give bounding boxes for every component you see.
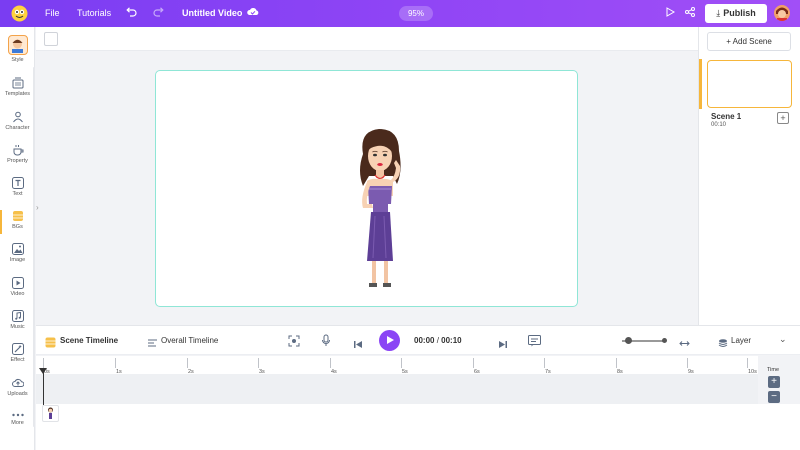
music-icon — [11, 310, 24, 322]
zoom-level[interactable]: 95% — [399, 6, 433, 21]
scene-name[interactable]: Scene 1 — [711, 112, 741, 121]
time-axis-label: Time — [767, 367, 780, 373]
scene-thumbnail[interactable] — [707, 60, 792, 108]
more-icon — [11, 413, 24, 417]
tab-scene-timeline[interactable]: Scene Timeline — [60, 336, 118, 345]
layer-label[interactable]: Layer — [731, 336, 751, 345]
chevron-down-icon[interactable]: ⌄ — [779, 334, 787, 345]
text-icon — [11, 177, 24, 189]
skip-forward-icon[interactable] — [498, 336, 508, 354]
scene-panel: + Add Scene Scene 1 00:10 + — [698, 27, 800, 325]
user-avatar[interactable] — [774, 5, 790, 21]
sidebar-scrollbar[interactable] — [33, 67, 35, 427]
timeline-zoom-end — [662, 338, 667, 343]
sidebar-item-video[interactable]: Video — [0, 277, 35, 309]
tab-overall-timeline[interactable]: Overall Timeline — [161, 336, 218, 345]
character-layer-thumbnail[interactable] — [42, 405, 59, 422]
scene-add-plus-icon[interactable]: + — [777, 112, 789, 124]
chevron-right-icon[interactable]: › — [36, 203, 39, 212]
scene-timeline-icon — [45, 335, 56, 353]
zoom-in-plus-icon[interactable]: + — [768, 376, 780, 388]
cloud-save-icon — [246, 6, 260, 20]
sidebar-item-image[interactable]: Image — [0, 243, 35, 275]
scene-selected-indicator — [699, 59, 702, 109]
image-icon — [11, 243, 24, 255]
download-icon: ⤓ — [716, 8, 721, 18]
add-scene-button[interactable]: + Add Scene — [707, 32, 791, 51]
zoom-out-minus-icon[interactable]: − — [768, 391, 780, 403]
video-title[interactable]: Untitled Video — [182, 8, 242, 18]
sidebar-item-character[interactable]: Character — [0, 111, 35, 143]
video-icon — [11, 277, 24, 289]
timeline-track[interactable] — [36, 374, 758, 404]
uploads-icon — [11, 378, 24, 387]
fit-screen-icon[interactable] — [288, 334, 300, 352]
share-icon[interactable] — [684, 6, 698, 20]
sidebar-item-style[interactable]: Style — [0, 35, 35, 67]
style-avatar-icon — [7, 35, 28, 55]
skip-back-icon[interactable] — [353, 336, 363, 354]
menu-tutorials[interactable]: Tutorials — [77, 8, 111, 18]
publish-button[interactable]: ⤓ Publish — [705, 4, 767, 23]
sidebar-item-property[interactable]: Property — [0, 144, 35, 176]
sidebar-item-effect[interactable]: Effect — [0, 343, 35, 375]
redo-icon[interactable] — [153, 6, 167, 20]
templates-icon — [12, 77, 23, 89]
time-display: 00:00 / 00:10 — [414, 336, 462, 345]
preview-play-icon[interactable] — [664, 6, 678, 20]
undo-icon[interactable] — [125, 6, 139, 20]
microphone-icon[interactable] — [321, 334, 331, 352]
sidebar-item-bgs[interactable]: BGs — [0, 210, 35, 242]
timeline-layers — [36, 404, 800, 450]
property-icon — [13, 145, 23, 156]
left-sidebar: Style Templates Character Property Text … — [0, 27, 35, 450]
subtitles-icon[interactable] — [528, 334, 541, 352]
character-woman[interactable] — [351, 126, 411, 291]
timeline-ruler: 0s 1s 2s 3s 4s 5s 6s 7s 8s 9s 10s — [36, 356, 758, 375]
effect-icon — [11, 343, 24, 355]
backgrounds-icon — [12, 211, 23, 221]
sidebar-item-text[interactable]: Text — [0, 177, 35, 209]
character-icon — [12, 111, 23, 123]
sidebar-item-more[interactable]: More — [0, 412, 35, 444]
timeline-controls: Scene Timeline Overall Timeline 00:00 / … — [36, 325, 800, 355]
top-bar: File Tutorials Untitled Video 95% ⤓ Publi… — [0, 0, 800, 27]
play-button[interactable] — [379, 330, 400, 351]
layer-icon — [718, 335, 728, 353]
playhead[interactable] — [43, 369, 44, 405]
scene-duration: 00:10 — [711, 122, 727, 128]
expand-horizontal-icon[interactable] — [679, 335, 690, 353]
sidebar-item-uploads[interactable]: Uploads — [0, 377, 35, 409]
sidebar-item-music[interactable]: Music — [0, 310, 35, 342]
video-canvas[interactable] — [155, 70, 578, 307]
canvas-toolbar — [36, 27, 698, 51]
timeline-zoom-knob[interactable] — [625, 337, 632, 344]
app-logo-icon[interactable] — [10, 4, 29, 23]
sidebar-item-templates[interactable]: Templates — [0, 77, 35, 109]
overall-timeline-icon — [147, 335, 158, 353]
canvas-background-swatch[interactable] — [44, 32, 58, 46]
menu-file[interactable]: File — [45, 8, 60, 18]
